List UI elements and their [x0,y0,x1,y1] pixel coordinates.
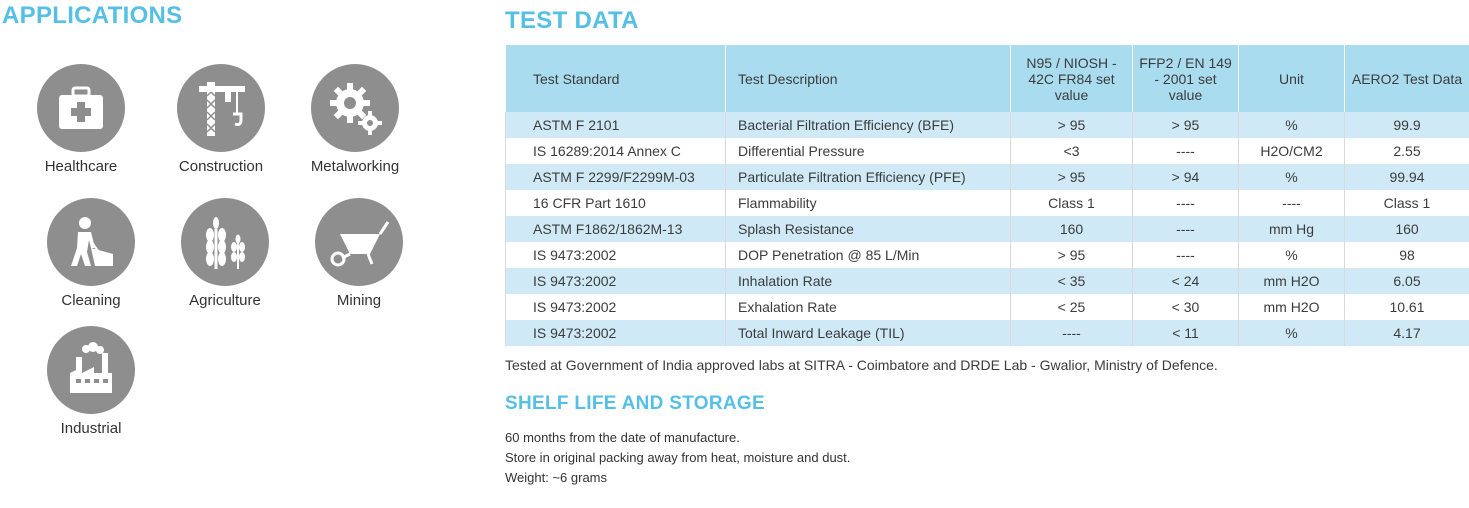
cell-n95-value: ---- [1010,320,1133,346]
app-construction: Construction [161,64,281,175]
cell-test-description: Splash Resistance [725,216,1011,242]
cell-unit: H2O/CM2 [1238,138,1345,164]
cell-n95-value: < 35 [1010,268,1133,294]
cell-ffp2-value: < 11 [1132,320,1239,346]
table-row: ASTM F 2299/F2299M-03 Particulate Filtrat… [505,164,1469,190]
table-row: ASTM F 2101 Bacterial Filtration Efficien… [505,112,1469,138]
cell-test-standard: ASTM F 2299/F2299M-03 [505,164,726,190]
table-row: IS 9473:2002 Total Inward Leakage (TIL) --… [505,320,1469,346]
cell-n95-value: < 25 [1010,294,1133,320]
cell-unit: mm H2O [1238,268,1345,294]
header-test-standard: Test Standard [505,45,726,112]
cell-aero2-value: 98 [1344,242,1469,268]
shelf-line: Weight: ~6 grams [505,470,608,485]
cell-n95-value: > 95 [1010,164,1133,190]
cell-ffp2-value: < 30 [1132,294,1239,320]
gears-icon [311,64,399,152]
cell-ffp2-value: > 95 [1132,112,1239,138]
app-label: Industrial [60,420,122,437]
app-label: Cleaning [61,292,121,309]
header-n95-set-value: N95 / NIOSH - 42C FR84 set value [1010,45,1133,112]
header-aero2-test-data: AERO2 Test Data [1344,45,1469,112]
app-label: Mining [336,292,382,309]
table-row: 16 CFR Part 1610 Flammability Class 1 ---- -… [505,190,1469,216]
table-row: IS 9473:2002 DOP Penetration @ 85 L/Min > … [505,242,1469,268]
cell-test-description: Total Inward Leakage (TIL) [725,320,1011,346]
cell-test-description: Flammability [725,190,1011,216]
cell-ffp2-value: ---- [1132,216,1239,242]
cell-unit: ---- [1238,190,1345,216]
cell-n95-value: > 95 [1010,242,1133,268]
cell-test-standard: ASTM F 2101 [505,112,726,138]
cell-test-description: Inhalation Rate [725,268,1011,294]
table-row: IS 16289:2014 Annex C Differential Pressu… [505,138,1469,164]
cell-unit: mm Hg [1238,216,1345,242]
cleaning-worker-icon [47,198,135,286]
cell-aero2-value: 6.05 [1344,268,1469,294]
cell-unit: % [1238,242,1345,268]
cell-aero2-value: 10.61 [1344,294,1469,320]
cell-ffp2-value: ---- [1132,190,1239,216]
applications-title: APPLICATIONS [2,2,183,29]
cell-aero2-value: Class 1 [1344,190,1469,216]
app-healthcare: Healthcare [21,64,141,175]
wheelbarrow-icon [315,198,403,286]
table-header-row: Test Standard Test Description N95 / NIO… [505,45,1469,112]
crane-icon [177,64,265,152]
cell-test-description: Bacterial Filtration Efficiency (BFE) [725,112,1011,138]
cell-n95-value: <3 [1010,138,1133,164]
cell-test-standard: IS 9473:2002 [505,268,726,294]
shelf-line: Store in original packing away from heat… [505,450,851,465]
cell-aero2-value: 160 [1344,216,1469,242]
table-row: IS 9473:2002 Inhalation Rate < 35 < 24 mm H2… [505,268,1469,294]
cell-test-standard: 16 CFR Part 1610 [505,190,726,216]
app-label: Healthcare [44,158,118,175]
cell-aero2-value: 4.17 [1344,320,1469,346]
app-industrial: Industrial [31,326,151,437]
cell-n95-value: Class 1 [1010,190,1133,216]
header-unit: Unit [1238,45,1345,112]
cell-aero2-value: 99.94 [1344,164,1469,190]
cell-ffp2-value: ---- [1132,242,1239,268]
table-row: IS 9473:2002 Exhalation Rate < 25 < 30 mm H2… [505,294,1469,320]
cell-test-description: Differential Pressure [725,138,1011,164]
test-data-table: Test Standard Test Description N95 / NIO… [505,45,1469,346]
shelf-line: 60 months from the date of manufacture. [505,430,740,445]
header-test-description: Test Description [725,45,1011,112]
header-ffp2-set-value: FFP2 / EN 149 - 2001 set value [1132,45,1239,112]
factory-icon [47,326,135,414]
cell-test-description: Exhalation Rate [725,294,1011,320]
app-mining: Mining [299,198,419,309]
cell-test-description: DOP Penetration @ 85 L/Min [725,242,1011,268]
test-footnote: Tested at Government of India approved l… [505,357,1218,373]
cell-test-standard: IS 9473:2002 [505,294,726,320]
cell-ffp2-value: ---- [1132,138,1239,164]
table-row: ASTM F1862/1862M-13 Splash Resistance 160-… [505,216,1469,242]
cell-unit: mm H2O [1238,294,1345,320]
app-cleaning: Cleaning [31,198,151,309]
cell-aero2-value: 2.55 [1344,138,1469,164]
app-agriculture: Agriculture [165,198,285,309]
app-label: Agriculture [189,292,261,309]
app-label: Metalworking [310,158,400,175]
medical-kit-icon [37,64,125,152]
cell-unit: % [1238,112,1345,138]
cell-n95-value: 160 [1010,216,1133,242]
cell-aero2-value: 99.9 [1344,112,1469,138]
app-label: Construction [178,158,264,175]
cell-test-standard: IS 16289:2014 Annex C [505,138,726,164]
wheat-icon [181,198,269,286]
cell-unit: % [1238,320,1345,346]
shelf-life-title: SHELF LIFE AND STORAGE [505,393,765,414]
cell-ffp2-value: < 24 [1132,268,1239,294]
cell-test-description: Particulate Filtration Efficiency (PFE) [725,164,1011,190]
cell-test-standard: ASTM F1862/1862M-13 [505,216,726,242]
cell-n95-value: > 95 [1010,112,1133,138]
app-metalworking: Metalworking [295,64,415,175]
cell-ffp2-value: > 94 [1132,164,1239,190]
cell-unit: % [1238,164,1345,190]
test-data-title: TEST DATA [505,7,639,34]
cell-test-standard: IS 9473:2002 [505,242,726,268]
cell-test-standard: IS 9473:2002 [505,320,726,346]
